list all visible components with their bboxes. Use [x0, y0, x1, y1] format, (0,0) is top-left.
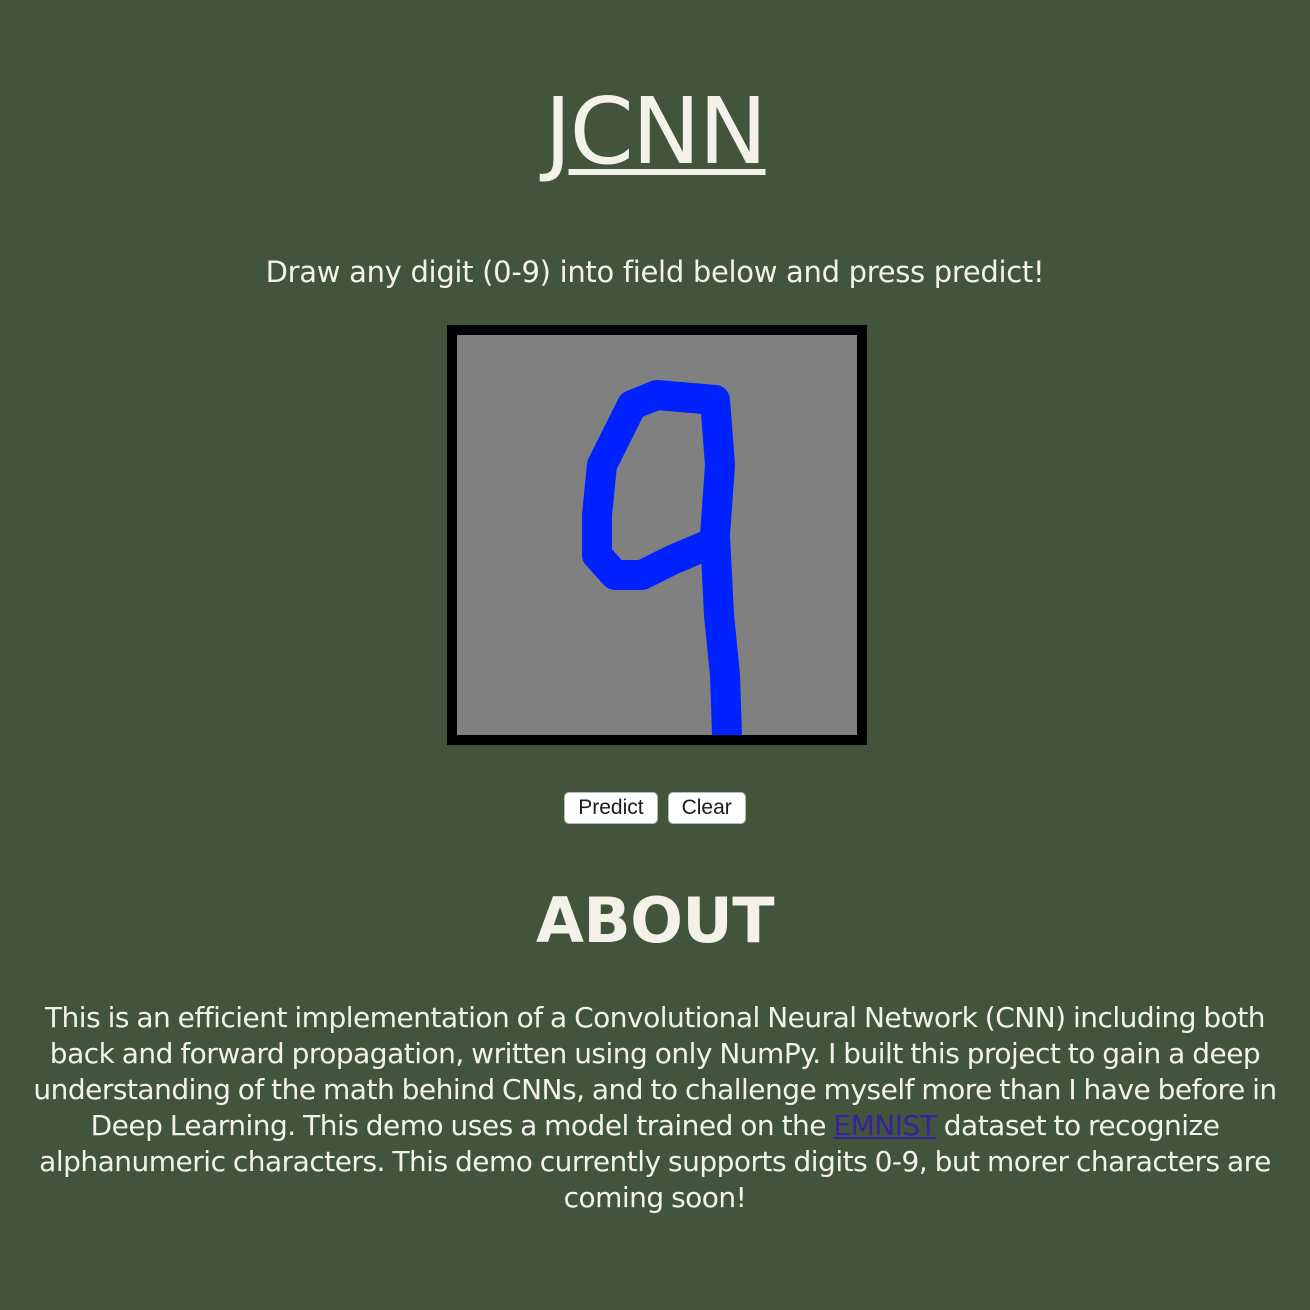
title-link[interactable]: JCNN	[544, 78, 767, 185]
emnist-link[interactable]: EMNIST	[833, 1109, 936, 1142]
predict-button[interactable]: Predict	[564, 792, 658, 824]
clear-button[interactable]: Clear	[667, 792, 746, 824]
about-paragraph: This is an efficient implementation of a…	[10, 1000, 1300, 1216]
drawing-surface[interactable]	[457, 335, 857, 735]
drawn-digit-stroke	[582, 380, 742, 735]
page-title: JCNN	[0, 82, 1310, 182]
instructions-text: Draw any digit (0-9) into field below an…	[265, 255, 1045, 289]
button-row: Predict Clear	[0, 792, 1310, 824]
drawing-canvas[interactable]	[447, 325, 867, 745]
about-heading: ABOUT	[535, 884, 775, 957]
